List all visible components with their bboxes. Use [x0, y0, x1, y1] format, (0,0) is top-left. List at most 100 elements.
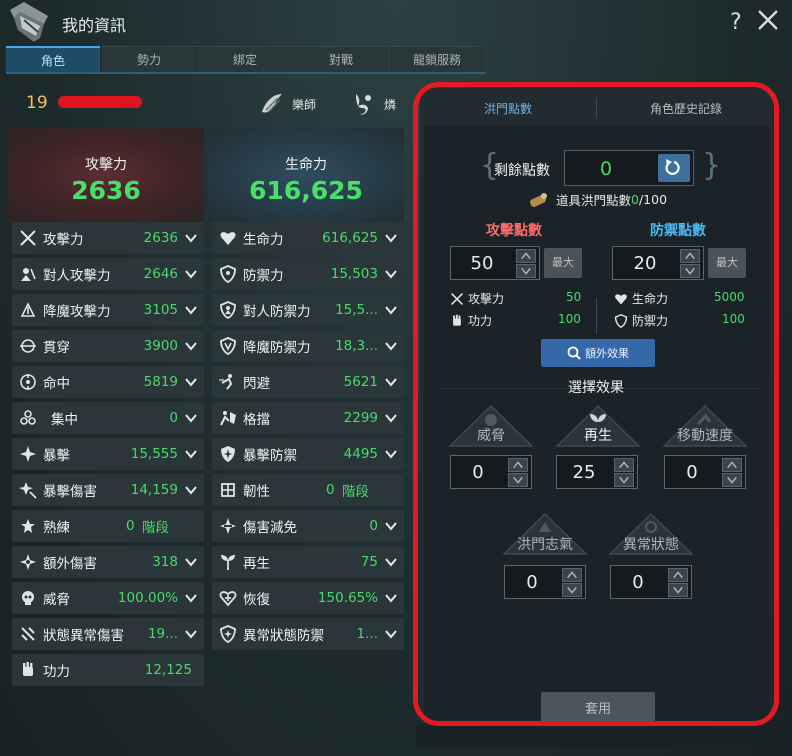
chevron-down-icon[interactable]: [384, 267, 398, 281]
stat-row-extra-damage[interactable]: 額外傷害 318: [12, 546, 204, 578]
stat-row-damage-reduce[interactable]: 傷害減免 0: [212, 510, 404, 542]
stat-row-defense[interactable]: 防禦力 15,503: [212, 258, 404, 290]
hp-header: 生命力 616,625: [208, 128, 404, 222]
stat-row-status-damage[interactable]: 狀態異常傷害 19...: [12, 618, 204, 650]
class-musician: 樂師: [258, 90, 316, 118]
power-fist-icon: [23, 662, 33, 676]
stat-row-power[interactable]: 功力 12,125: [12, 654, 204, 686]
hp-header-label: 生命力: [285, 157, 327, 173]
chevron-down-icon[interactable]: [184, 483, 198, 497]
highlight-annotation-frame: [413, 82, 779, 726]
attack-header-value: 2636: [71, 176, 141, 205]
damage-reduce-icon: [220, 518, 236, 534]
stat-row-regen[interactable]: 再生 75: [212, 546, 404, 578]
tab-binding[interactable]: 綁定: [198, 46, 292, 72]
stat-name: 格擋: [243, 412, 270, 428]
stat-name: 降魔攻擊力: [43, 304, 111, 320]
sprout-icon: [221, 555, 235, 570]
stat-row-pierce[interactable]: 貫穿 3900: [12, 330, 204, 362]
stat-name: 暴擊傷害: [43, 484, 97, 500]
stat-row-status-defense[interactable]: 異常狀態防禦 1...: [212, 618, 404, 650]
stat-row-pvp-attack[interactable]: 對人攻擊力 2646: [12, 258, 204, 290]
chevron-down-icon[interactable]: [384, 303, 398, 317]
tab-character[interactable]: 角色: [6, 46, 100, 72]
stat-name: 對人防禦力: [243, 304, 311, 320]
chevron-down-icon[interactable]: [184, 411, 198, 425]
status-defense-icon: [220, 625, 236, 643]
pvp-defense-icon: [220, 301, 236, 319]
main-tabs: 角色 勢力 綁定 對戰 龍鎖服務: [6, 46, 486, 72]
pierce-icon: [20, 339, 36, 353]
crossed-swords-icon: [20, 230, 36, 246]
stat-row-demon-attack[interactable]: 降魔攻擊力 3105: [12, 294, 204, 326]
panel-bottom-strip: [416, 724, 786, 748]
stat-value: 4495: [343, 446, 378, 462]
chevron-down-icon[interactable]: [184, 555, 198, 569]
tab-faction[interactable]: 勢力: [102, 46, 196, 72]
class-label: 樂師: [292, 97, 317, 112]
chevron-down-icon[interactable]: [184, 591, 198, 605]
close-icon[interactable]: [756, 8, 780, 32]
stat-name: 恢復: [243, 592, 270, 608]
stat-row-pvp-defense[interactable]: 對人防禦力 15,5...: [212, 294, 404, 326]
chevron-down-icon[interactable]: [384, 231, 398, 245]
chevron-down-icon[interactable]: [384, 411, 398, 425]
tab-underline: [6, 72, 486, 74]
stat-value: 75: [360, 554, 378, 570]
stat-name: 降魔防禦力: [243, 340, 311, 356]
chevron-down-icon[interactable]: [384, 447, 398, 461]
chevron-down-icon[interactable]: [384, 519, 398, 533]
stat-name: 閃避: [243, 376, 270, 392]
pvp-attack-icon: [21, 268, 36, 281]
mastery-icon: [21, 519, 35, 533]
character-level: 19: [26, 93, 48, 113]
chevron-down-icon[interactable]: [384, 591, 398, 605]
stat-row-crit-defense[interactable]: 暴擊防禦 4495: [212, 438, 404, 470]
stat-row-critical[interactable]: 暴擊 15,555: [12, 438, 204, 470]
chevron-down-icon[interactable]: [184, 447, 198, 461]
stat-name: 暴擊: [43, 448, 70, 464]
stat-value: 14,159: [130, 482, 178, 498]
hp-header-value: 616,625: [249, 176, 363, 205]
chevron-down-icon[interactable]: [184, 339, 198, 353]
stat-value: 12,125: [144, 662, 192, 678]
tab-dragon-service[interactable]: 龍鎖服務: [390, 46, 484, 72]
stat-value: 100.00%: [117, 590, 178, 606]
stat-row-hp[interactable]: 生命力 616,625: [212, 222, 404, 254]
stat-row-demon-defense[interactable]: 降魔防禦力 18,3...: [212, 330, 404, 362]
chevron-down-icon[interactable]: [184, 231, 198, 245]
chevron-down-icon[interactable]: [384, 555, 398, 569]
stat-row-evade[interactable]: 閃避 5621: [212, 366, 404, 398]
recovery-heart-icon: [219, 591, 237, 607]
stat-row-attack[interactable]: 攻擊力 2636: [12, 222, 204, 254]
stat-name: 生命力: [243, 232, 284, 248]
tab-battle[interactable]: 對戰: [294, 46, 388, 72]
chevron-down-icon[interactable]: [384, 339, 398, 353]
chevron-down-icon[interactable]: [184, 627, 198, 641]
stat-value: 616,625: [322, 230, 378, 246]
chevron-down-icon[interactable]: [184, 375, 198, 389]
stat-row-focus[interactable]: 集中 0: [12, 402, 204, 434]
stat-name: 攻擊力: [43, 232, 84, 248]
stat-row-accuracy[interactable]: 命中 5819: [12, 366, 204, 398]
stage-label: 階段: [142, 520, 169, 536]
chevron-down-icon[interactable]: [184, 303, 198, 317]
demon-defense-icon: [220, 337, 236, 355]
critical-icon: [20, 446, 36, 462]
stat-row-recovery[interactable]: 恢復 150.65%: [212, 582, 404, 614]
stat-value: 2299: [343, 410, 378, 426]
window-header: 我的資訊 ?: [0, 0, 792, 46]
stat-row-block[interactable]: 格擋 2299: [212, 402, 404, 434]
stat-value: 2646: [143, 266, 178, 282]
stat-row-crit-damage[interactable]: 暴擊傷害 14,159: [12, 474, 204, 506]
stat-value: 2636: [143, 230, 178, 246]
block-icon: [220, 411, 236, 426]
chevron-down-icon[interactable]: [384, 627, 398, 641]
crit-defense-icon: [221, 446, 235, 462]
help-button[interactable]: ?: [730, 10, 742, 35]
stat-row-threat[interactable]: 威脅 100.00%: [12, 582, 204, 614]
stat-name: 韌性: [243, 484, 270, 500]
chevron-down-icon[interactable]: [184, 267, 198, 281]
chevron-down-icon[interactable]: [384, 375, 398, 389]
stat-value: 19...: [147, 626, 178, 642]
